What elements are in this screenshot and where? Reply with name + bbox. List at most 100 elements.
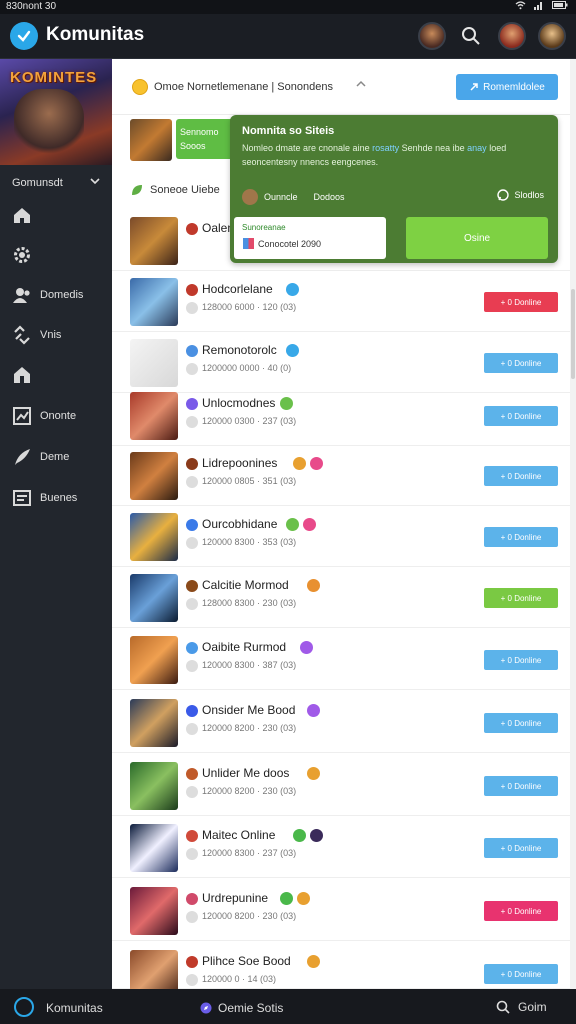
game-name[interactable]: Oaibite Rurmod (202, 640, 286, 654)
sidebar-item-stats[interactable]: Ononte (12, 403, 108, 429)
verified-badge-icon (293, 457, 307, 470)
sidebar-item-label: Domedis (40, 289, 84, 301)
sidebar-item-settings[interactable] (12, 242, 108, 268)
join-online-button[interactable]: + 0 Donline (484, 901, 558, 921)
game-name[interactable]: Plihce Soe Bood (202, 954, 291, 968)
featured-tag-line: Sooos (180, 141, 206, 151)
bottom-center-tab[interactable]: Oemie Sotis (200, 1001, 283, 1015)
sidebar-section-label[interactable]: Gomunsdt (12, 177, 63, 189)
avatar-friend-1[interactable] (418, 22, 446, 50)
sidebar-item-links[interactable]: Vnis (12, 322, 108, 348)
chat-icon (497, 189, 510, 201)
game-platform-icon (186, 519, 198, 531)
sidebar-item-house[interactable] (12, 362, 108, 388)
popup-info-card[interactable]: Sunoreanae Conocotel 2090 (234, 217, 386, 259)
game-meta: 120000 0805 · 351 (03) (202, 476, 297, 486)
join-online-button[interactable]: + 0 Donline (484, 776, 558, 796)
toolbar-action-button[interactable]: Romemldolee (456, 74, 558, 100)
avatar-friend-2[interactable] (498, 22, 526, 50)
game-row[interactable]: Plihce Soe Bood 120000 0 · 14 (03) + 0 Don… (112, 942, 570, 998)
game-name[interactable]: Hodcorlelane (202, 282, 273, 296)
game-row[interactable]: Unlocmodnes 120000 0300 · 237 (03) + 0 Don… (112, 384, 570, 446)
chevron-down-icon[interactable] (90, 176, 100, 188)
game-name[interactable]: Unlider Me doos (202, 766, 289, 780)
search-icon[interactable] (458, 23, 484, 49)
join-online-button[interactable]: + 0 Donline (484, 650, 558, 670)
game-sub-icon (186, 723, 198, 735)
toolbar-filter-text[interactable]: Omoe Nornetlemenane | Sonondens (154, 81, 333, 93)
popup-desc-link[interactable]: anay (467, 143, 487, 153)
bottom-right-label: Goim (518, 1000, 547, 1014)
leaf-icon (132, 185, 142, 195)
game-meta: 120000 8300 · 387 (03) (202, 660, 297, 670)
app-logo-icon[interactable] (14, 997, 34, 1017)
verified-badge-icon (279, 892, 293, 905)
game-name[interactable]: Urdrepunine (202, 891, 268, 905)
game-name[interactable]: Calcitie Mormod (202, 578, 289, 592)
game-name[interactable]: Unlocmodnes (202, 396, 275, 410)
popup-card-title: Sunoreanae (242, 223, 286, 232)
game-sub-icon (186, 911, 198, 923)
game-row[interactable]: Oaibite Rurmod 120000 8300 · 387 (03) + 0 … (112, 628, 570, 690)
popup-comments[interactable]: Slodlos (497, 189, 544, 201)
sidebar-item-members[interactable]: Domedis (12, 282, 108, 308)
scrollbar[interactable] (570, 59, 576, 989)
battery-icon (552, 0, 568, 13)
scrollbar-thumb[interactable] (571, 289, 575, 379)
game-row[interactable]: Calcitie Mormod 128000 8300 · 230 (03) + 0… (112, 566, 570, 628)
sidebar-item-list[interactable]: Buenes (12, 485, 108, 511)
join-online-button[interactable]: + 0 Donline (484, 406, 558, 426)
app-title: Komunitas (46, 24, 145, 45)
sidebar-item-posts[interactable]: Deme (12, 444, 108, 470)
game-platform-icon (186, 398, 198, 410)
grid-icon (243, 238, 254, 249)
popup-join-button[interactable]: Osine (406, 217, 548, 259)
game-row[interactable]: Urdrepunine 120000 8200 · 230 (03) + 0 Don… (112, 879, 570, 941)
game-name[interactable]: Maitec Online (202, 828, 275, 842)
join-online-button[interactable]: + 0 Donline (484, 466, 558, 486)
game-row[interactable]: Lidrepoonines 120000 0805 · 351 (03) + 0 D… (112, 444, 570, 506)
community-popup: Nomnita so Siteis Nomleo dmate are cnona… (230, 115, 558, 263)
popup-desc-link[interactable]: rosatty (372, 143, 399, 153)
game-row[interactable]: Onsider Me Bood 120000 8200 · 230 (03) + 0… (112, 691, 570, 753)
game-row[interactable]: Hodcorlelane 128000 6000 · 120 (03) + 0 Do… (112, 270, 570, 332)
featured-thumbnail (130, 119, 172, 161)
join-online-button[interactable]: + 0 Donline (484, 964, 558, 984)
banner-text: KOMINTES (10, 69, 98, 86)
game-row[interactable]: Ourcobhidane 120000 8300 · 353 (03) + 0 Do… (112, 505, 570, 567)
game-platform-icon (186, 580, 198, 592)
join-online-button[interactable]: + 0 Donline (484, 713, 558, 733)
join-online-button[interactable]: + 0 Donline (484, 527, 558, 547)
share-icon (470, 83, 478, 91)
sidebar-item-home[interactable] (12, 202, 108, 228)
game-thumbnail (130, 452, 178, 500)
join-online-button[interactable]: + 0 Donline (484, 588, 558, 608)
house-icon (14, 367, 30, 383)
join-online-button[interactable]: + 0 Donline (484, 292, 558, 312)
popup-user[interactable]: Ounncle Dodoos (242, 189, 345, 205)
feather-icon (15, 449, 30, 465)
bottom-search[interactable]: Goim (496, 1000, 547, 1014)
bottom-bar: Komunitas Oemie Sotis Goim (0, 989, 576, 1024)
game-platform-icon (186, 458, 198, 470)
chevron-up-icon[interactable] (356, 79, 366, 91)
join-online-button[interactable]: + 0 Donline (484, 353, 558, 373)
game-name[interactable]: Onsider Me Bood (202, 703, 295, 717)
game-row[interactable]: Maitec Online 120000 8300 · 237 (03) + 0 D… (112, 816, 570, 878)
join-online-button[interactable]: + 0 Donline (484, 838, 558, 858)
game-thumbnail (130, 278, 178, 326)
game-name[interactable]: Remonotorolc (202, 343, 277, 357)
app-logo-icon[interactable] (10, 22, 38, 50)
compass-icon (200, 1002, 212, 1014)
user-avatar[interactable] (538, 22, 566, 50)
game-name[interactable]: Ourcobhidane (202, 517, 277, 531)
category-header[interactable]: Soneoe Uiebe (130, 183, 220, 197)
popup-title: Nomnita so Siteis (242, 125, 335, 137)
sidebar-banner-image[interactable]: KOMINTES (0, 59, 112, 165)
game-name[interactable]: Lidrepoonines (202, 456, 277, 470)
game-platform-icon (186, 345, 198, 357)
game-row[interactable]: Unlider Me doos 120000 8200 · 230 (03) + 0… (112, 754, 570, 816)
bottom-center-label: Oemie Sotis (218, 1001, 284, 1015)
bottom-title[interactable]: Komunitas (46, 1001, 103, 1015)
sidebar-item-label: Deme (40, 451, 70, 463)
